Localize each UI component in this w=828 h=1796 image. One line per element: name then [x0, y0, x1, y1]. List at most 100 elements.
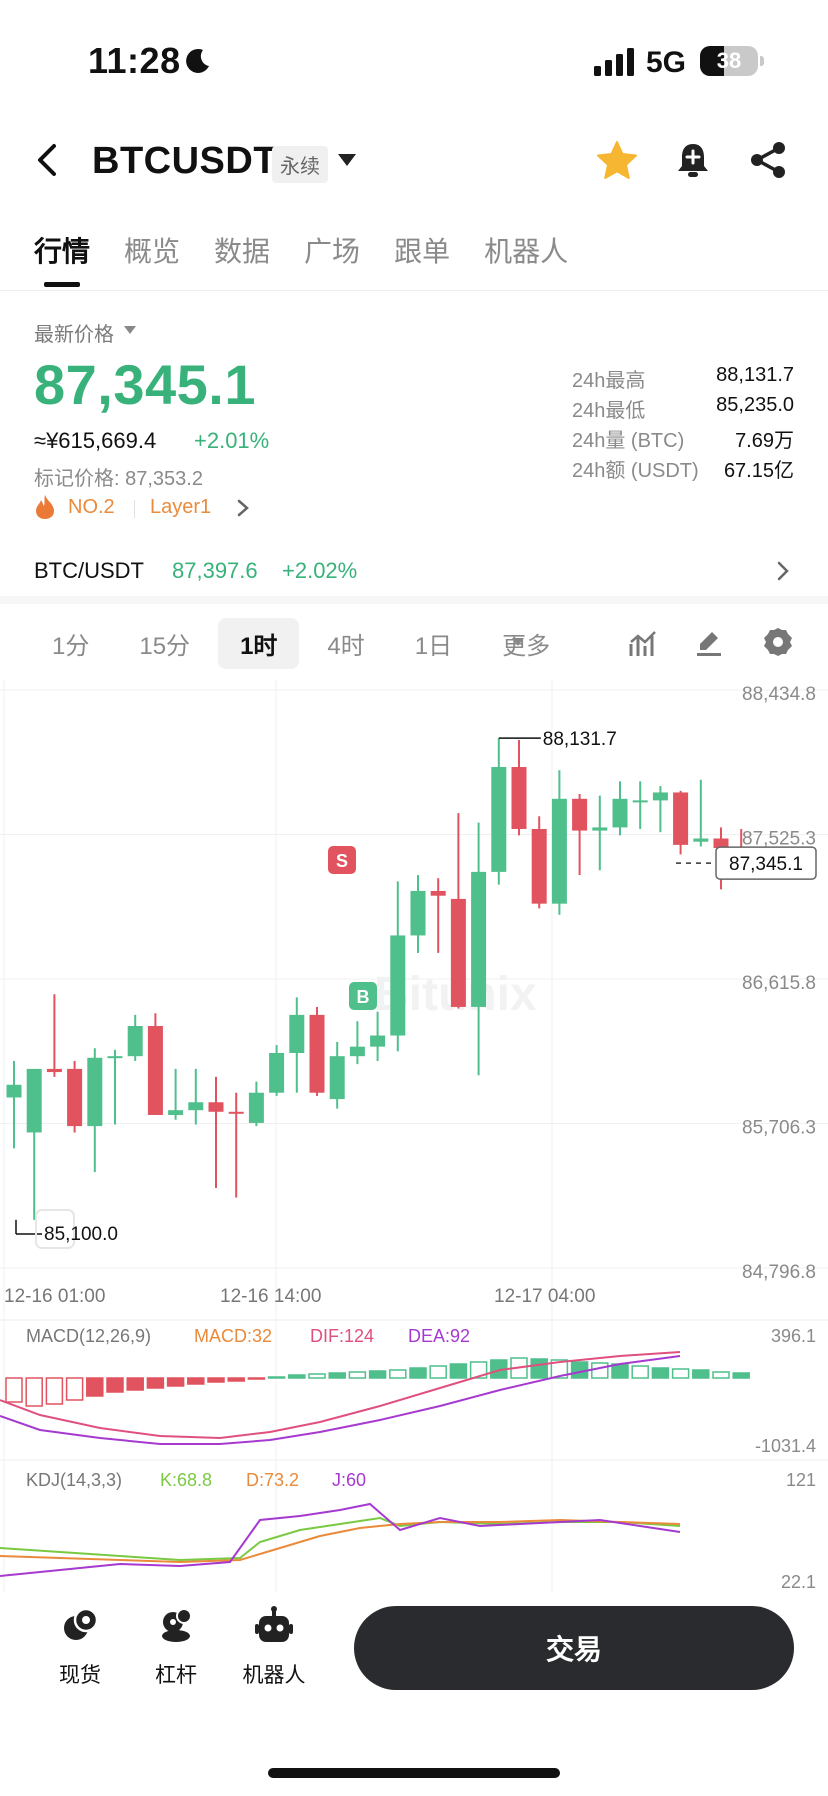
tab-square[interactable]: 广场	[304, 230, 360, 270]
battery-level: 38	[716, 48, 742, 73]
y-tick-label: 84,796.8	[742, 1262, 816, 1283]
nav-spot[interactable]: 现货	[40, 1606, 120, 1689]
trade-button[interactable]: 交易	[354, 1606, 794, 1690]
add-alert-bell-icon[interactable]	[674, 140, 712, 180]
interval-4h[interactable]: 4时	[305, 618, 386, 669]
interval-1m[interactable]: 1分	[30, 618, 111, 669]
share-icon[interactable]	[748, 140, 788, 180]
interval-15m[interactable]: 15分	[117, 618, 212, 669]
macd-histogram-bar	[732, 1372, 750, 1379]
macd-histogram-bar	[187, 1377, 205, 1385]
spot-coins-icon	[64, 1607, 99, 1640]
candle-body	[228, 1111, 244, 1114]
tab-bot[interactable]: 机器人	[484, 230, 568, 270]
candle-body	[67, 1068, 83, 1127]
candle-body	[693, 838, 709, 842]
interval-1d[interactable]: 1日	[393, 618, 474, 669]
y-tick-label: 87,525.3	[742, 829, 816, 850]
rank-badge[interactable]: NO.2	[68, 496, 115, 519]
macd-axis-bottom: -1031.4	[755, 1436, 816, 1456]
y-axis-labels: 88,434.8 87,525.3 86,615.8 85,706.3 84,796.8	[742, 684, 816, 1283]
macd-histogram-bar	[712, 1371, 730, 1379]
nav-label: 现货	[59, 1664, 101, 1687]
tab-data[interactable]: 数据	[214, 230, 270, 270]
macd-histogram-bar	[227, 1377, 245, 1382]
spot-pair[interactable]: BTC/USDT	[34, 558, 144, 584]
candle-body	[127, 1025, 143, 1057]
change-percent: +2.01%	[194, 428, 270, 453]
signal-icon	[594, 48, 634, 76]
macd-histogram-bar	[5, 1377, 23, 1403]
candle-body	[491, 767, 507, 872]
nav-margin[interactable]: 杠杆	[136, 1606, 216, 1689]
macd-histogram-bar	[591, 1362, 609, 1379]
candle-body	[107, 1056, 123, 1059]
nav-label: 杠杆	[155, 1664, 197, 1687]
buy-marker-label: B	[357, 987, 370, 1007]
macd-histogram-bar	[207, 1377, 225, 1383]
symbol-title[interactable]: BTCUSDT	[92, 140, 277, 183]
rank-separator	[134, 500, 135, 518]
macd-label: MACD(12,26,9)	[26, 1326, 151, 1346]
candle-body	[248, 1092, 264, 1123]
favorite-star-icon[interactable]	[596, 140, 638, 180]
tab-market[interactable]: 行情	[34, 230, 90, 270]
spot-change[interactable]: +2.02%	[282, 558, 357, 584]
kdj-label: KDJ(14,3,3)	[26, 1470, 122, 1490]
candle-body	[370, 1035, 386, 1047]
mark-price: 标记价格: 87,353.2	[34, 468, 203, 490]
interval-1h[interactable]: 1时	[218, 617, 300, 669]
macd-histogram-bar	[368, 1370, 387, 1379]
candle-body	[531, 828, 547, 904]
macd-histogram-bar	[692, 1369, 710, 1379]
candle-body	[632, 800, 648, 803]
dif-value: DIF:124	[310, 1326, 374, 1346]
latest-price-label[interactable]: 最新价格	[34, 318, 114, 347]
caret-down-icon[interactable]	[124, 326, 136, 334]
candle-body	[6, 1084, 22, 1098]
nav-bot[interactable]: 机器人	[234, 1606, 314, 1689]
candle-body	[572, 798, 588, 831]
candle-body	[592, 827, 608, 831]
indicator-icon[interactable]	[628, 628, 658, 658]
chevron-right-icon[interactable]	[236, 498, 250, 518]
draw-pencil-icon[interactable]	[694, 628, 724, 658]
tab-overview[interactable]: 概览	[124, 230, 180, 270]
chart-grid	[0, 680, 828, 1592]
settings-gear-icon[interactable]	[762, 626, 794, 658]
j-line	[0, 1502, 681, 1577]
x-tick-label: 12-16 01:00	[4, 1286, 105, 1307]
sector-tag[interactable]: Layer1	[150, 496, 211, 519]
x-tick-label: 12-17 04:00	[494, 1286, 595, 1307]
candle-body	[188, 1102, 204, 1111]
candle-body	[410, 890, 426, 936]
caret-down-icon[interactable]	[338, 154, 356, 166]
candle-body	[511, 767, 527, 829]
macd-histogram-bar	[126, 1377, 144, 1391]
chevron-right-icon[interactable]	[776, 560, 790, 582]
macd-histogram-bar	[25, 1377, 43, 1407]
candle-body	[673, 792, 689, 845]
macd-histogram-bar	[389, 1369, 407, 1379]
macd-histogram-bar	[308, 1373, 326, 1379]
margin-lever-icon	[162, 1608, 192, 1642]
macd-histogram-bar	[267, 1376, 286, 1379]
candle-body	[26, 1068, 42, 1133]
perpetual-tag: 永续	[272, 146, 328, 183]
tab-copy-trade[interactable]: 跟单	[394, 230, 450, 270]
candle-body	[87, 1057, 103, 1127]
spot-price[interactable]: 87,397.6	[172, 558, 258, 584]
back-arrow-icon[interactable]	[30, 140, 66, 180]
macd-histogram-bar	[146, 1377, 165, 1389]
price-chart[interactable]: Bitunix 88,434.887,525.386,615.885,706.3…	[0, 680, 828, 1600]
stat-label: 24h最低	[572, 400, 646, 422]
caret-down-icon[interactable]	[512, 638, 524, 646]
kdj-axis-bottom: 22.1	[781, 1572, 816, 1592]
macd-histogram-bar	[530, 1358, 548, 1379]
status-time: 11:28	[88, 40, 181, 81]
k-value: K:68.8	[160, 1470, 212, 1490]
stat-value: 7.69万	[735, 430, 794, 452]
x-tick-label: 12-16 14:00	[220, 1286, 321, 1307]
moon-icon	[186, 48, 209, 73]
kdj-panel: KDJ(14,3,3) K:68.8 D:73.2 J:60 121 22.1	[0, 1470, 816, 1592]
